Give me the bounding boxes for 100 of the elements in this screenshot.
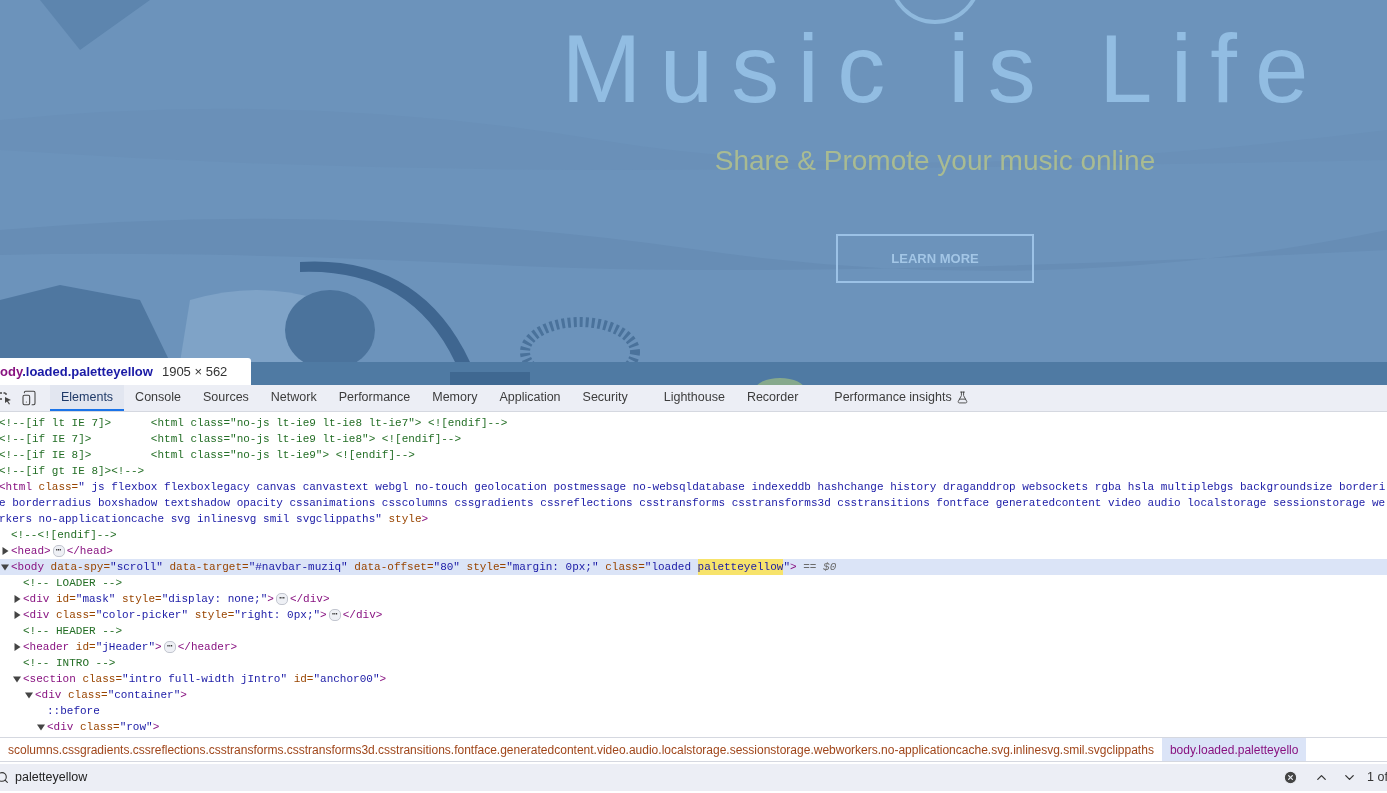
dom-row[interactable]: <!--[if gt IE 8]><!--> (0, 463, 1387, 479)
hero-subtitle: Share & Promote your music online (714, 144, 1156, 178)
code-token: > (790, 560, 797, 575)
code-token: <section (23, 672, 76, 687)
devtools-tab[interactable]: Network (259, 385, 328, 411)
inspect-element-icon[interactable] (0, 391, 12, 405)
code-token: " (783, 560, 791, 575)
code-token: style= (193, 608, 235, 623)
code-token: "right: 0px;" (234, 608, 321, 623)
code-token: rkers no-applicationcache svg inlinesvg smil svgclippaths" (0, 512, 382, 527)
collapsed-triangle-icon[interactable] (13, 595, 21, 603)
code-token: <div (35, 688, 62, 703)
code-token: style= (465, 560, 507, 575)
code-token: <body (11, 560, 44, 575)
code-token: id= (292, 672, 314, 687)
code-token: data-target= (168, 560, 249, 575)
element-size: 1905 × 562 (161, 362, 228, 381)
dom-row[interactable]: <!-- INTRO --> (0, 655, 1387, 671)
devtools-tab[interactable]: Application (488, 385, 572, 411)
expanded-triangle-icon[interactable] (1, 563, 9, 571)
dom-row[interactable]: rkers no-applicationcache svg inlinesvg smil svgclippaths" style> (0, 511, 1387, 527)
breadcrumb-item[interactable]: body.loaded.paletteyello (1161, 738, 1307, 761)
expanded-triangle-icon[interactable] (25, 691, 33, 699)
code-token: <html (0, 480, 32, 495)
search-match: paletteyellow (697, 559, 784, 575)
dom-row[interactable]: <!--[if lt IE 7]> <html class="no-js lt-ie9 lt-ie8 lt-ie7"> <![endif]--> (0, 415, 1387, 431)
dom-row[interactable]: <!--<![endif]--> (0, 527, 1387, 543)
code-token: "mask" (75, 592, 116, 607)
code-token: "row" (119, 720, 153, 735)
dom-row[interactable]: <!-- HEADER --> (0, 623, 1387, 639)
collapsed-ellipsis[interactable]: ⋯ (163, 641, 176, 653)
code-token: "anchor00" (313, 672, 380, 687)
code-token: "#navbar-muziq" (248, 560, 348, 575)
code-token: e borderradius boxshadow textshadow opacity cssanimations csscolumns cssgradients cssreflections csstransforms csstransforms3d csstransitions fontface generatedcontent video audio localstorage sessionstorage we (0, 496, 1386, 511)
code-token: <!--[if gt IE 8]><!--> (0, 464, 145, 479)
code-token: <div (47, 720, 74, 735)
code-token: <!-- INTRO --> (23, 656, 116, 671)
code-token: "loaded (644, 560, 692, 575)
collapsed-ellipsis[interactable]: ⋯ (275, 593, 288, 605)
dom-row[interactable]: <div class="color-picker" style="right: 0px;"> ⋯ </div> (0, 607, 1387, 623)
devtools-tab[interactable]: Security (571, 385, 639, 411)
code-token: " js flexbox flexboxlegacy canvas canvastext webgl no-touch geolocation postmessage no-websqldatabase indexeddb hashchange history draganddrop websockets rgba hsla multiplebgs backgroundsize borderi (78, 480, 1386, 495)
devtools-tab[interactable]: Recorder (735, 385, 810, 411)
code-token: class= (604, 560, 645, 575)
device-toolbar-icon[interactable] (21, 390, 37, 406)
selected-dom-row[interactable]: <body data-spy="scroll" data-target="#navbar-muziq" data-offset="80" style="margin: 0px;" class="loaded paletteyellow"> == $0 (0, 559, 1387, 575)
expanded-triangle-icon[interactable] (37, 723, 45, 731)
clear-search-icon[interactable] (1283, 770, 1298, 785)
code-token: == $0 (802, 560, 837, 575)
code-token: <header (23, 640, 70, 655)
collapsed-ellipsis[interactable]: ⋯ (328, 609, 341, 621)
code-token: style (387, 512, 422, 527)
devtools-tab[interactable]: Sources (192, 385, 260, 411)
search-field[interactable]: paletteyellow (15, 768, 1283, 787)
code-token: class= (67, 688, 108, 703)
collapsed-triangle-icon[interactable] (1, 547, 9, 555)
devtools-tab[interactable]: Console (124, 385, 192, 411)
code-token: "color-picker" (95, 608, 189, 623)
code-token: > (180, 688, 187, 703)
expanded-triangle-icon[interactable] (13, 675, 21, 683)
devtools-tab[interactable]: Memory (421, 385, 489, 411)
code-token: > (267, 592, 274, 607)
dom-row[interactable]: <head> ⋯ </head> (0, 543, 1387, 559)
code-token: <!-- LOADER --> (23, 576, 123, 591)
search-bar[interactable]: paletteyellow 1 of (0, 764, 1387, 791)
dom-row[interactable]: <header id="jHeader"> ⋯ </header> (0, 639, 1387, 655)
dom-row[interactable]: <section class="intro full-width jIntro" id="anchor00"> (0, 671, 1387, 687)
devtools-tab[interactable]: Lighthouse (652, 385, 736, 411)
code-token: <div (23, 592, 50, 607)
dom-row[interactable]: <div class="container"> (0, 687, 1387, 703)
devtools-tab[interactable]: Performance (327, 385, 422, 411)
code-token: class= (55, 608, 96, 623)
code-token: class= (79, 720, 120, 735)
match-count: 1 of (1367, 769, 1387, 787)
code-token: class= (37, 480, 79, 495)
code-token: "scroll" (110, 560, 163, 575)
dom-row[interactable]: <!--[if IE 7]> <html class="no-js lt-ie9 lt-ie8"> <![endif]--> (0, 431, 1387, 447)
code-token: "jHeader" (95, 640, 156, 655)
dom-row[interactable]: ::before (0, 703, 1387, 719)
dom-row[interactable]: <div id="mask" style="display: none;"> ⋯ </div> (0, 591, 1387, 607)
code-token: "margin: 0px;" (506, 560, 599, 575)
dom-row[interactable]: <!--[if IE 8]> <html class="no-js lt-ie9"> <![endif]--> (0, 447, 1387, 463)
code-token: > (152, 720, 160, 735)
collapsed-triangle-icon[interactable] (13, 643, 21, 651)
code-token: <!--[if lt IE 7]> <html class="no-js lt-ie9 lt-ie8 lt-ie7"> <![endif]--> (0, 416, 508, 431)
dom-row[interactable]: <!-- LOADER --> (0, 575, 1387, 591)
breadcrumb-item[interactable]: scolumns.cssgradients.cssreflections.csstransforms.csstransforms3d.csstransitions.fontface.generatedcontent.video.audio.localstorage.sessionstorage.webworkers.no-applicationcache.svg.inlinesvg.smil.svgclippaths (0, 738, 1162, 761)
devtools-tab[interactable]: Performance insights (823, 385, 980, 411)
devtools-tab[interactable]: Elements (50, 385, 125, 411)
code-token: > (421, 512, 429, 527)
code-token: <head> (11, 544, 51, 559)
code-token: "display: none;" (161, 592, 268, 607)
code-token: id= (74, 640, 96, 655)
collapsed-triangle-icon[interactable] (13, 611, 21, 619)
code-token: ::before (47, 704, 100, 719)
code-token: style= (121, 592, 162, 607)
collapsed-ellipsis[interactable]: ⋯ (52, 545, 65, 557)
element-selector: ody.loaded.paletteyellow (0, 362, 153, 381)
dom-row[interactable]: <div class="row"> (0, 719, 1387, 735)
code-token: "container" (107, 688, 181, 703)
